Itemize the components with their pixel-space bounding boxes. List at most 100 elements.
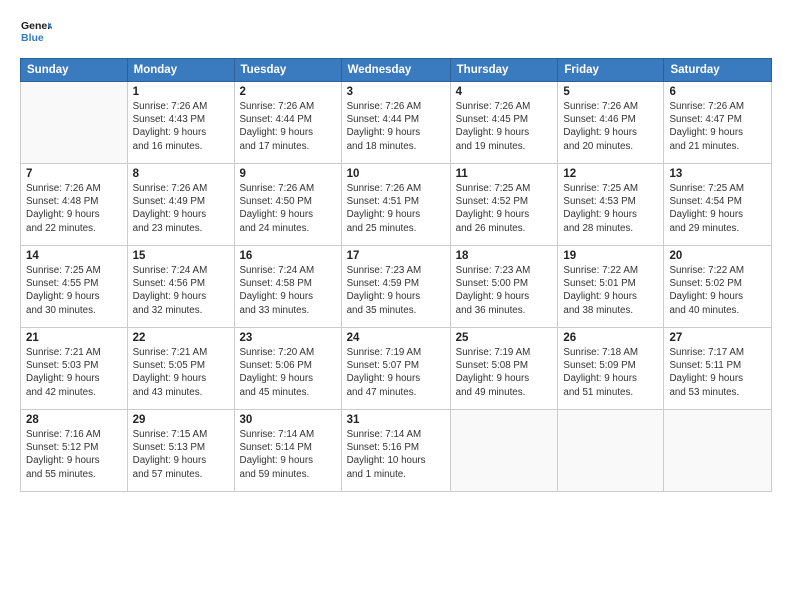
- day-info: Sunrise: 7:21 AM Sunset: 5:03 PM Dayligh…: [26, 346, 122, 399]
- day-number: 14: [26, 250, 122, 262]
- day-info: Sunrise: 7:23 AM Sunset: 5:00 PM Dayligh…: [456, 264, 553, 317]
- calendar-cell: 4 Sunrise: 7:26 AM Sunset: 4:45 PM Daylig…: [450, 82, 558, 164]
- day-number: 4: [456, 86, 553, 98]
- day-info: Sunrise: 7:24 AM Sunset: 4:56 PM Dayligh…: [133, 264, 229, 317]
- day-number: 18: [456, 250, 553, 262]
- day-info: Sunrise: 7:26 AM Sunset: 4:43 PM Dayligh…: [133, 100, 229, 153]
- day-number: 28: [26, 414, 122, 426]
- calendar-cell: 16 Sunrise: 7:24 AM Sunset: 4:58 PM Dayli…: [234, 246, 341, 328]
- day-number: 17: [347, 250, 445, 262]
- calendar-cell: 11 Sunrise: 7:25 AM Sunset: 4:52 PM Dayli…: [450, 164, 558, 246]
- day-number: 3: [347, 86, 445, 98]
- day-number: 21: [26, 332, 122, 344]
- day-number: 11: [456, 168, 553, 180]
- calendar-cell: 3Sunrise: 7:26 AM Sunset: 4:44 PM Daylig…: [341, 82, 450, 164]
- day-number: 6: [669, 86, 766, 98]
- weekday-header: Thursday: [450, 59, 558, 82]
- day-info: Sunrise: 7:18 AM Sunset: 5:09 PM Dayligh…: [563, 346, 658, 399]
- day-info: Sunrise: 7:26 AM Sunset: 4:48 PM Dayligh…: [26, 182, 122, 235]
- day-info: Sunrise: 7:14 AM Sunset: 5:14 PM Dayligh…: [240, 428, 336, 481]
- calendar-cell: 21 Sunrise: 7:21 AM Sunset: 5:03 PM Dayli…: [21, 328, 128, 410]
- day-info: Sunrise: 7:17 AM Sunset: 5:11 PM Dayligh…: [669, 346, 766, 399]
- day-number: 22: [133, 332, 229, 344]
- day-number: 19: [563, 250, 658, 262]
- calendar-cell: 27 Sunrise: 7:17 AM Sunset: 5:11 PM Dayli…: [664, 328, 772, 410]
- day-number: 16: [240, 250, 336, 262]
- weekday-header: Wednesday: [341, 59, 450, 82]
- calendar-table: SundayMondayTuesdayWednesdayThursdayFrid…: [20, 58, 772, 492]
- day-info: Sunrise: 7:14 AM Sunset: 5:16 PM Dayligh…: [347, 428, 445, 481]
- calendar-cell: 15 Sunrise: 7:24 AM Sunset: 4:56 PM Dayli…: [127, 246, 234, 328]
- calendar-cell: 5 Sunrise: 7:26 AM Sunset: 4:46 PM Daylig…: [558, 82, 664, 164]
- day-number: 10: [347, 168, 445, 180]
- day-number: 20: [669, 250, 766, 262]
- day-number: 8: [133, 168, 229, 180]
- day-info: Sunrise: 7:16 AM Sunset: 5:12 PM Dayligh…: [26, 428, 122, 481]
- calendar-week-row: 1Sunrise: 7:26 AM Sunset: 4:43 PM Daylig…: [21, 82, 772, 164]
- svg-text:Blue: Blue: [21, 32, 44, 44]
- calendar-week-row: 21 Sunrise: 7:21 AM Sunset: 5:03 PM Dayli…: [21, 328, 772, 410]
- day-info: Sunrise: 7:19 AM Sunset: 5:07 PM Dayligh…: [347, 346, 445, 399]
- calendar-cell: 10 Sunrise: 7:26 AM Sunset: 4:51 PM Dayli…: [341, 164, 450, 246]
- calendar-week-row: 14 Sunrise: 7:25 AM Sunset: 4:55 PM Dayli…: [21, 246, 772, 328]
- calendar-cell: 6 Sunrise: 7:26 AM Sunset: 4:47 PM Daylig…: [664, 82, 772, 164]
- weekday-header: Friday: [558, 59, 664, 82]
- calendar-cell: [21, 82, 128, 164]
- calendar-cell: 2 Sunrise: 7:26 AM Sunset: 4:44 PM Daylig…: [234, 82, 341, 164]
- day-number: 23: [240, 332, 336, 344]
- calendar-cell: 25Sunrise: 7:19 AM Sunset: 5:08 PM Dayli…: [450, 328, 558, 410]
- day-info: Sunrise: 7:26 AM Sunset: 4:44 PM Dayligh…: [240, 100, 336, 153]
- calendar-cell: 20 Sunrise: 7:22 AM Sunset: 5:02 PM Dayli…: [664, 246, 772, 328]
- calendar-cell: 8 Sunrise: 7:26 AM Sunset: 4:49 PM Daylig…: [127, 164, 234, 246]
- day-info: Sunrise: 7:25 AM Sunset: 4:55 PM Dayligh…: [26, 264, 122, 317]
- day-info: Sunrise: 7:20 AM Sunset: 5:06 PM Dayligh…: [240, 346, 336, 399]
- day-info: Sunrise: 7:26 AM Sunset: 4:47 PM Dayligh…: [669, 100, 766, 153]
- day-number: 7: [26, 168, 122, 180]
- calendar-cell: 7 Sunrise: 7:26 AM Sunset: 4:48 PM Daylig…: [21, 164, 128, 246]
- calendar-header-row: SundayMondayTuesdayWednesdayThursdayFrid…: [21, 59, 772, 82]
- calendar-cell: 31 Sunrise: 7:14 AM Sunset: 5:16 PM Dayli…: [341, 410, 450, 492]
- day-info: Sunrise: 7:25 AM Sunset: 4:52 PM Dayligh…: [456, 182, 553, 235]
- calendar-cell: 9Sunrise: 7:26 AM Sunset: 4:50 PM Daylig…: [234, 164, 341, 246]
- day-number: 30: [240, 414, 336, 426]
- day-info: Sunrise: 7:26 AM Sunset: 4:50 PM Dayligh…: [240, 182, 336, 235]
- day-info: Sunrise: 7:26 AM Sunset: 4:49 PM Dayligh…: [133, 182, 229, 235]
- calendar-week-row: 7 Sunrise: 7:26 AM Sunset: 4:48 PM Daylig…: [21, 164, 772, 246]
- day-info: Sunrise: 7:25 AM Sunset: 4:54 PM Dayligh…: [669, 182, 766, 235]
- calendar-cell: 17 Sunrise: 7:23 AM Sunset: 4:59 PM Dayli…: [341, 246, 450, 328]
- calendar-cell: 1Sunrise: 7:26 AM Sunset: 4:43 PM Daylig…: [127, 82, 234, 164]
- weekday-header: Saturday: [664, 59, 772, 82]
- day-info: Sunrise: 7:15 AM Sunset: 5:13 PM Dayligh…: [133, 428, 229, 481]
- day-info: Sunrise: 7:26 AM Sunset: 4:46 PM Dayligh…: [563, 100, 658, 153]
- day-number: 27: [669, 332, 766, 344]
- weekday-header: Sunday: [21, 59, 128, 82]
- day-number: 5: [563, 86, 658, 98]
- day-number: 15: [133, 250, 229, 262]
- day-number: 25: [456, 332, 553, 344]
- logo-svg: General Blue: [20, 16, 52, 48]
- day-number: 29: [133, 414, 229, 426]
- day-number: 31: [347, 414, 445, 426]
- svg-text:General: General: [21, 20, 52, 32]
- header: General Blue: [20, 16, 772, 48]
- day-info: Sunrise: 7:22 AM Sunset: 5:01 PM Dayligh…: [563, 264, 658, 317]
- calendar-cell: [664, 410, 772, 492]
- day-number: 26: [563, 332, 658, 344]
- day-info: Sunrise: 7:26 AM Sunset: 4:45 PM Dayligh…: [456, 100, 553, 153]
- day-number: 24: [347, 332, 445, 344]
- calendar-cell: 23 Sunrise: 7:20 AM Sunset: 5:06 PM Dayli…: [234, 328, 341, 410]
- weekday-header: Monday: [127, 59, 234, 82]
- day-number: 2: [240, 86, 336, 98]
- day-info: Sunrise: 7:25 AM Sunset: 4:53 PM Dayligh…: [563, 182, 658, 235]
- calendar-cell: 12Sunrise: 7:25 AM Sunset: 4:53 PM Dayli…: [558, 164, 664, 246]
- calendar-cell: [450, 410, 558, 492]
- calendar-week-row: 28 Sunrise: 7:16 AM Sunset: 5:12 PM Dayli…: [21, 410, 772, 492]
- day-info: Sunrise: 7:24 AM Sunset: 4:58 PM Dayligh…: [240, 264, 336, 317]
- calendar-cell: [558, 410, 664, 492]
- day-info: Sunrise: 7:23 AM Sunset: 4:59 PM Dayligh…: [347, 264, 445, 317]
- day-info: Sunrise: 7:26 AM Sunset: 4:51 PM Dayligh…: [347, 182, 445, 235]
- calendar-cell: 22Sunrise: 7:21 AM Sunset: 5:05 PM Dayli…: [127, 328, 234, 410]
- day-info: Sunrise: 7:22 AM Sunset: 5:02 PM Dayligh…: [669, 264, 766, 317]
- calendar-cell: 18 Sunrise: 7:23 AM Sunset: 5:00 PM Dayli…: [450, 246, 558, 328]
- logo: General Blue: [20, 16, 52, 48]
